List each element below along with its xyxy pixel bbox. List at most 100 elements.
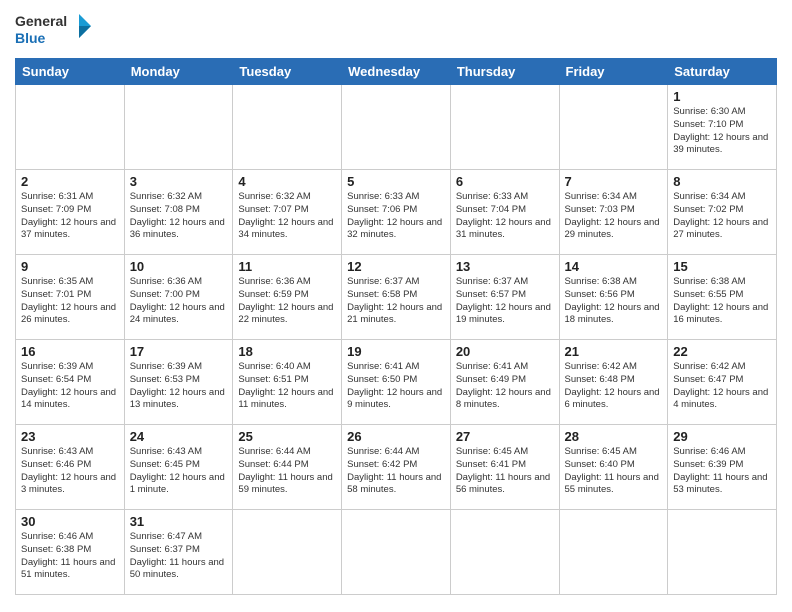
day-info: Sunrise: 6:42 AM Sunset: 6:48 PM Dayligh… bbox=[565, 361, 663, 412]
day-info: Sunrise: 6:43 AM Sunset: 6:46 PM Dayligh… bbox=[21, 446, 119, 497]
calendar-day-cell bbox=[124, 85, 233, 170]
day-info: Sunrise: 6:35 AM Sunset: 7:01 PM Dayligh… bbox=[21, 276, 119, 327]
calendar-day-cell bbox=[16, 85, 125, 170]
day-number: 13 bbox=[456, 259, 554, 274]
calendar-day-cell bbox=[233, 85, 342, 170]
day-info: Sunrise: 6:43 AM Sunset: 6:45 PM Dayligh… bbox=[130, 446, 228, 497]
calendar-day-cell bbox=[559, 85, 668, 170]
day-number: 8 bbox=[673, 174, 771, 189]
svg-text:General: General bbox=[15, 13, 67, 29]
calendar-day-cell bbox=[342, 85, 451, 170]
day-number: 18 bbox=[238, 344, 336, 359]
calendar-body: 1 Sunrise: 6:30 AM Sunset: 7:10 PM Daylig… bbox=[16, 85, 777, 595]
calendar-day-cell: 3Sunrise: 6:32 AM Sunset: 7:08 PM Daylig… bbox=[124, 170, 233, 255]
weekday-sunday: Sunday bbox=[16, 59, 125, 85]
calendar-day-cell: 20Sunrise: 6:41 AM Sunset: 6:49 PM Dayli… bbox=[450, 340, 559, 425]
calendar-day-cell: 15 Sunrise: 6:38 AM Sunset: 6:55 PM Dayli… bbox=[668, 255, 777, 340]
calendar-day-cell: 9 Sunrise: 6:35 AM Sunset: 7:01 PM Daylig… bbox=[16, 255, 125, 340]
day-number: 6 bbox=[456, 174, 554, 189]
calendar-day-cell: 4 Sunrise: 6:32 AM Sunset: 7:07 PM Daylig… bbox=[233, 170, 342, 255]
day-number: 2 bbox=[21, 174, 119, 189]
day-number: 24 bbox=[130, 429, 228, 444]
calendar-day-cell bbox=[233, 510, 342, 595]
calendar-week-row: 2 Sunrise: 6:31 AM Sunset: 7:09 PM Daylig… bbox=[16, 170, 777, 255]
day-number: 20 bbox=[456, 344, 554, 359]
calendar-week-row: 16Sunrise: 6:39 AM Sunset: 6:54 PM Dayli… bbox=[16, 340, 777, 425]
day-info: Sunrise: 6:39 AM Sunset: 6:53 PM Dayligh… bbox=[130, 361, 228, 412]
weekday-friday: Friday bbox=[559, 59, 668, 85]
day-info: Sunrise: 6:38 AM Sunset: 6:55 PM Dayligh… bbox=[673, 276, 771, 327]
day-info: Sunrise: 6:45 AM Sunset: 6:40 PM Dayligh… bbox=[565, 446, 663, 497]
calendar-week-row: 1 Sunrise: 6:30 AM Sunset: 7:10 PM Daylig… bbox=[16, 85, 777, 170]
calendar-day-cell: 19Sunrise: 6:41 AM Sunset: 6:50 PM Dayli… bbox=[342, 340, 451, 425]
day-number: 7 bbox=[565, 174, 663, 189]
day-number: 5 bbox=[347, 174, 445, 189]
day-info: Sunrise: 6:37 AM Sunset: 6:57 PM Dayligh… bbox=[456, 276, 554, 327]
page-header: General Blue bbox=[15, 10, 777, 50]
day-info: Sunrise: 6:37 AM Sunset: 6:58 PM Dayligh… bbox=[347, 276, 445, 327]
day-info: Sunrise: 6:46 AM Sunset: 6:38 PM Dayligh… bbox=[21, 531, 119, 582]
day-info: Sunrise: 6:46 AM Sunset: 6:39 PM Dayligh… bbox=[673, 446, 771, 497]
weekday-monday: Monday bbox=[124, 59, 233, 85]
day-number: 1 bbox=[673, 89, 771, 104]
calendar-day-cell: 18Sunrise: 6:40 AM Sunset: 6:51 PM Dayli… bbox=[233, 340, 342, 425]
calendar-day-cell: 28 Sunrise: 6:45 AM Sunset: 6:40 PM Dayli… bbox=[559, 425, 668, 510]
day-number: 17 bbox=[130, 344, 228, 359]
day-info: Sunrise: 6:44 AM Sunset: 6:42 PM Dayligh… bbox=[347, 446, 445, 497]
calendar-week-row: 30Sunrise: 6:46 AM Sunset: 6:38 PM Dayli… bbox=[16, 510, 777, 595]
weekday-tuesday: Tuesday bbox=[233, 59, 342, 85]
day-info: Sunrise: 6:31 AM Sunset: 7:09 PM Dayligh… bbox=[21, 191, 119, 242]
day-info: Sunrise: 6:36 AM Sunset: 6:59 PM Dayligh… bbox=[238, 276, 336, 327]
calendar-day-cell: 12 Sunrise: 6:37 AM Sunset: 6:58 PM Dayli… bbox=[342, 255, 451, 340]
day-number: 27 bbox=[456, 429, 554, 444]
day-info: Sunrise: 6:33 AM Sunset: 7:04 PM Dayligh… bbox=[456, 191, 554, 242]
day-info: Sunrise: 6:41 AM Sunset: 6:50 PM Dayligh… bbox=[347, 361, 445, 412]
day-info: Sunrise: 6:45 AM Sunset: 6:41 PM Dayligh… bbox=[456, 446, 554, 497]
calendar-day-cell: 17 Sunrise: 6:39 AM Sunset: 6:53 PM Dayli… bbox=[124, 340, 233, 425]
calendar-day-cell: 5Sunrise: 6:33 AM Sunset: 7:06 PM Daylig… bbox=[342, 170, 451, 255]
logo-svg: General Blue bbox=[15, 10, 95, 50]
calendar-day-cell: 22Sunrise: 6:42 AM Sunset: 6:47 PM Dayli… bbox=[668, 340, 777, 425]
calendar-day-cell bbox=[668, 510, 777, 595]
calendar-day-cell: 29 Sunrise: 6:46 AM Sunset: 6:39 PM Dayli… bbox=[668, 425, 777, 510]
calendar-day-cell bbox=[450, 510, 559, 595]
day-info: Sunrise: 6:32 AM Sunset: 7:08 PM Dayligh… bbox=[130, 191, 228, 242]
day-info: Sunrise: 6:32 AM Sunset: 7:07 PM Dayligh… bbox=[238, 191, 336, 242]
calendar-day-cell: 8 Sunrise: 6:34 AM Sunset: 7:02 PM Daylig… bbox=[668, 170, 777, 255]
calendar-week-row: 9 Sunrise: 6:35 AM Sunset: 7:01 PM Daylig… bbox=[16, 255, 777, 340]
day-info: Sunrise: 6:42 AM Sunset: 6:47 PM Dayligh… bbox=[673, 361, 771, 412]
day-number: 21 bbox=[565, 344, 663, 359]
day-number: 25 bbox=[238, 429, 336, 444]
calendar-day-cell: 26 Sunrise: 6:44 AM Sunset: 6:42 PM Dayli… bbox=[342, 425, 451, 510]
day-info: Sunrise: 6:47 AM Sunset: 6:37 PM Dayligh… bbox=[130, 531, 228, 582]
calendar-day-cell: 23Sunrise: 6:43 AM Sunset: 6:46 PM Dayli… bbox=[16, 425, 125, 510]
calendar-day-cell: 7 Sunrise: 6:34 AM Sunset: 7:03 PM Daylig… bbox=[559, 170, 668, 255]
calendar-day-cell bbox=[342, 510, 451, 595]
day-info: Sunrise: 6:36 AM Sunset: 7:00 PM Dayligh… bbox=[130, 276, 228, 327]
calendar-day-cell: 24 Sunrise: 6:43 AM Sunset: 6:45 PM Dayli… bbox=[124, 425, 233, 510]
day-info: Sunrise: 6:44 AM Sunset: 6:44 PM Dayligh… bbox=[238, 446, 336, 497]
day-number: 28 bbox=[565, 429, 663, 444]
day-info: Sunrise: 6:34 AM Sunset: 7:03 PM Dayligh… bbox=[565, 191, 663, 242]
day-info: Sunrise: 6:30 AM Sunset: 7:10 PM Dayligh… bbox=[673, 106, 771, 157]
day-info: Sunrise: 6:34 AM Sunset: 7:02 PM Dayligh… bbox=[673, 191, 771, 242]
calendar-week-row: 23Sunrise: 6:43 AM Sunset: 6:46 PM Dayli… bbox=[16, 425, 777, 510]
day-number: 26 bbox=[347, 429, 445, 444]
day-number: 4 bbox=[238, 174, 336, 189]
day-number: 29 bbox=[673, 429, 771, 444]
day-number: 10 bbox=[130, 259, 228, 274]
calendar-day-cell: 10 Sunrise: 6:36 AM Sunset: 7:00 PM Dayli… bbox=[124, 255, 233, 340]
weekday-wednesday: Wednesday bbox=[342, 59, 451, 85]
calendar-day-cell: 1 Sunrise: 6:30 AM Sunset: 7:10 PM Daylig… bbox=[668, 85, 777, 170]
day-number: 15 bbox=[673, 259, 771, 274]
logo: General Blue bbox=[15, 10, 95, 50]
calendar-day-cell: 21 Sunrise: 6:42 AM Sunset: 6:48 PM Dayli… bbox=[559, 340, 668, 425]
day-number: 9 bbox=[21, 259, 119, 274]
calendar-day-cell bbox=[559, 510, 668, 595]
calendar-day-cell: 27 Sunrise: 6:45 AM Sunset: 6:41 PM Dayli… bbox=[450, 425, 559, 510]
day-number: 12 bbox=[347, 259, 445, 274]
calendar-day-cell: 25 Sunrise: 6:44 AM Sunset: 6:44 PM Dayli… bbox=[233, 425, 342, 510]
calendar-day-cell: 11 Sunrise: 6:36 AM Sunset: 6:59 PM Dayli… bbox=[233, 255, 342, 340]
day-number: 11 bbox=[238, 259, 336, 274]
calendar-day-cell: 30Sunrise: 6:46 AM Sunset: 6:38 PM Dayli… bbox=[16, 510, 125, 595]
